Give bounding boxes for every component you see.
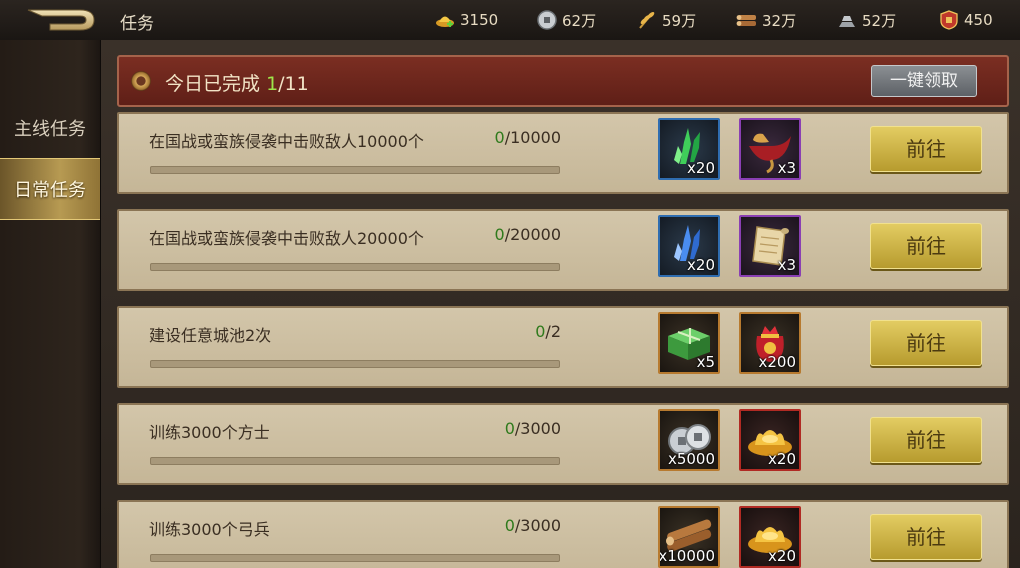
daily-total-count: /11: [278, 73, 309, 95]
daily-completed-count: 1: [266, 73, 279, 95]
sidebar-item-main-quests[interactable]: 主线任务: [0, 98, 100, 158]
reward-qty: x20: [687, 159, 715, 177]
task-target: /3000: [514, 419, 561, 438]
reward-item[interactable]: x5: [658, 312, 720, 374]
reward-qty: x20: [768, 450, 796, 468]
go-button[interactable]: 前往: [870, 417, 982, 463]
reward-item[interactable]: x20: [739, 409, 801, 471]
task-progress-bar: [150, 554, 560, 562]
reward-item[interactable]: x3: [739, 215, 801, 277]
task-current: 0: [504, 419, 515, 438]
sidebar-item-label: 日常任务: [14, 180, 86, 201]
reward-item[interactable]: x5000: [658, 409, 720, 471]
seal-badge-icon: [940, 10, 958, 30]
resource-iron-value: 52万: [862, 11, 897, 30]
task-current: 0: [504, 516, 515, 535]
sidebar-item-daily-quests[interactable]: 日常任务: [0, 158, 100, 220]
reward-qty: x5000: [667, 450, 715, 468]
resource-seal-value: 450: [964, 11, 993, 29]
go-button[interactable]: 前往: [870, 320, 982, 366]
resource-gold: 3150: [434, 8, 498, 32]
task-name: 训练3000个弓兵: [149, 520, 270, 539]
resource-wood-value: 32万: [762, 11, 797, 30]
task-name: 建设任意城池2次: [149, 326, 272, 345]
sidebar-item-label: 主线任务: [14, 119, 86, 140]
silver-coin-icon: [537, 10, 557, 30]
go-button[interactable]: 前往: [870, 126, 982, 172]
resource-wood: 32万: [736, 8, 796, 32]
reward-qty: x3: [777, 159, 796, 177]
task-progress-bar: [150, 360, 560, 368]
reward-item[interactable]: x20: [658, 118, 720, 180]
task-progress-text: 0/2: [535, 322, 561, 341]
resource-gold-value: 3150: [460, 11, 499, 29]
claim-all-button[interactable]: 一键领取: [871, 65, 977, 97]
ring-ornament-icon: [131, 71, 151, 91]
task-row: 建设任意城池2次 0/2 x5 x200 前往: [117, 306, 1009, 388]
task-name: 训练3000个方士: [149, 423, 270, 442]
task-name: 在国战或蛮族侵袭中击败敌人20000个: [149, 229, 424, 248]
sidebar: 主线任务 日常任务: [0, 40, 101, 568]
reward-qty: x10000: [658, 547, 715, 565]
task-target: /10000: [504, 128, 561, 147]
task-target: /2: [545, 322, 561, 341]
task-current: 0: [494, 128, 505, 147]
resource-iron: 52万: [836, 8, 896, 32]
go-button[interactable]: 前往: [870, 514, 982, 560]
gold-ingot-plus-icon: [436, 16, 454, 27]
task-progress-text: 0/20000: [495, 225, 561, 244]
task-row: 在国战或蛮族侵袭中击败敌人20000个 0/20000 x20 x3 前往: [117, 209, 1009, 291]
resource-silver-value: 62万: [562, 11, 597, 30]
task-progress-bar: [150, 263, 560, 271]
task-name: 在国战或蛮族侵袭中击败敌人10000个: [149, 132, 424, 151]
top-bar: 任务 3150 62万 59万 32万 52万 450: [0, 0, 1020, 41]
resource-silver: 62万: [536, 8, 596, 32]
reward-item[interactable]: x20: [658, 215, 720, 277]
task-progress-text: 0/3000: [505, 419, 561, 438]
reward-qty: x200: [758, 353, 796, 371]
resource-food-value: 59万: [662, 11, 697, 30]
go-button[interactable]: 前往: [870, 223, 982, 269]
reward-qty: x20: [768, 547, 796, 565]
task-progress-text: 0/3000: [505, 516, 561, 535]
reward-qty: x20: [687, 256, 715, 274]
iron-ingots-icon: [839, 16, 855, 27]
page-title: 任务: [120, 14, 154, 34]
reward-item[interactable]: x3: [739, 118, 801, 180]
task-current: 0: [535, 322, 546, 341]
reward-qty: x3: [777, 256, 796, 274]
reward-item[interactable]: x200: [739, 312, 801, 374]
resource-seal: 450: [938, 8, 993, 32]
task-panel: 今日已完成 1/11 一键领取 在国战或蛮族侵袭中击败敌人10000个 0/10…: [101, 40, 1020, 568]
reward-item[interactable]: x10000: [658, 506, 720, 568]
back-arrow-icon: [27, 9, 95, 31]
task-progress-bar: [150, 166, 560, 174]
daily-progress-text: 今日已完成 1/11: [165, 69, 309, 96]
task-row: 训练3000个弓兵 0/3000 x10000 x20 前往: [117, 500, 1009, 568]
wheat-icon: [639, 12, 655, 29]
wood-logs-icon: [736, 15, 756, 26]
back-button[interactable]: [24, 4, 98, 34]
task-progress-text: 0/10000: [495, 128, 561, 147]
reward-item[interactable]: x20: [739, 506, 801, 568]
task-current: 0: [494, 225, 505, 244]
daily-summary-bar: 今日已完成 1/11 一键领取: [117, 55, 1009, 107]
resource-food: 59万: [636, 8, 696, 32]
daily-progress-label: 今日已完成: [165, 73, 261, 95]
task-target: /3000: [514, 516, 561, 535]
task-row: 在国战或蛮族侵袭中击败敌人10000个 0/10000 x20 x3 前往: [117, 112, 1009, 194]
task-progress-bar: [150, 457, 560, 465]
task-target: /20000: [504, 225, 561, 244]
task-row: 训练3000个方士 0/3000 x5000 x20 前往: [117, 403, 1009, 485]
reward-qty: x5: [696, 353, 715, 371]
